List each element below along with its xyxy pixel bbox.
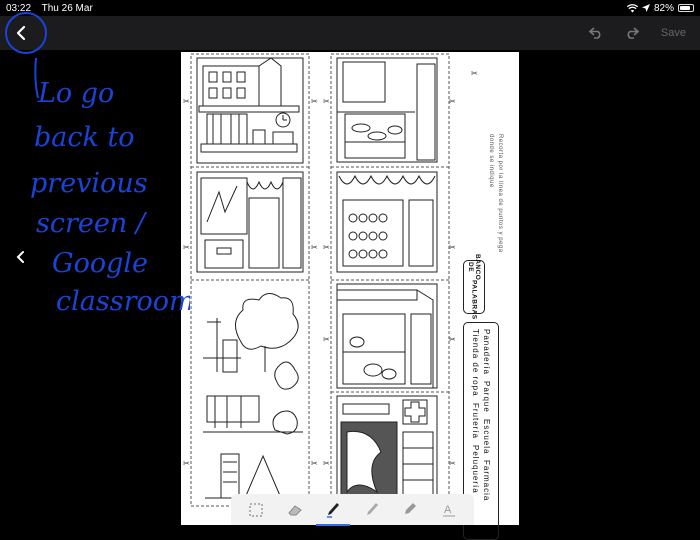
word-panaderia: Panadería	[482, 329, 491, 375]
status-date: Thu 26 Mar	[41, 2, 93, 14]
svg-text:✂: ✂	[449, 459, 456, 468]
undo-icon[interactable]	[588, 27, 603, 39]
svg-text:✂: ✂	[323, 243, 330, 252]
svg-text:✂: ✂	[449, 335, 456, 344]
chevron-left-icon	[16, 25, 26, 41]
svg-text:✂: ✂	[323, 97, 330, 106]
pencil-icon	[366, 502, 378, 515]
eraser-tool[interactable]	[284, 498, 306, 522]
save-button[interactable]: Save	[661, 27, 686, 39]
svg-text:✂: ✂	[183, 243, 190, 252]
svg-text:✂: ✂	[311, 243, 318, 252]
text-icon: A	[442, 504, 455, 516]
battery-percent: 82%	[653, 2, 674, 14]
pencil-tool[interactable]	[361, 498, 383, 522]
word-bank-title-line-2: PALABRAS	[470, 280, 478, 320]
svg-text:✂: ✂	[311, 459, 318, 468]
word-peluqueria: Peluquería	[471, 444, 480, 494]
svg-text:✂: ✂	[449, 97, 456, 106]
instruction-line-1: Recorta por la línea de puntos	[497, 134, 503, 230]
marker-tool[interactable]	[399, 498, 421, 522]
word-bank-column-1: Panadería Parque Escuela Farmacia	[482, 329, 491, 533]
status-left: 03:22 Thu 26 Mar	[6, 3, 101, 14]
chevron-left-icon	[16, 251, 24, 263]
drawing-toolbar: A	[231, 494, 474, 526]
dashed-selection-icon	[249, 502, 263, 517]
word-parque: Parque	[482, 380, 491, 413]
eraser-icon	[288, 504, 302, 515]
word-escuela: Escuela	[482, 418, 491, 455]
document-viewer[interactable]: ✂ ✂ ✂ ✂ ✂ ✂ ✂ ✂ ✂ ✂ ✂ ✂ ✂ ✂ ✂ Recorta por la lí…	[0, 50, 700, 540]
word-fruteria: Frutería	[471, 402, 480, 439]
word-tienda-de-ropa: Tienda de ropa	[471, 329, 480, 397]
wifi-icon	[626, 3, 638, 12]
previous-page-button[interactable]	[16, 248, 25, 269]
svg-text:✂: ✂	[471, 69, 478, 78]
toolbar-actions: Save	[588, 16, 686, 50]
svg-text:✂: ✂	[183, 97, 190, 106]
battery-icon	[678, 4, 694, 12]
pen-tool[interactable]	[316, 498, 351, 526]
svg-text:✂: ✂	[311, 97, 318, 106]
location-arrow-icon	[641, 4, 650, 12]
back-button[interactable]	[8, 20, 34, 46]
selection-tool[interactable]	[245, 498, 267, 522]
word-bank-title: BANCO DE PALABRAS	[463, 254, 485, 320]
svg-text:✂: ✂	[183, 459, 190, 468]
status-right: 82%	[626, 2, 694, 14]
word-bank-title-line-1: BANCO DE	[467, 254, 481, 281]
word-farmacia: Farmacia	[482, 460, 491, 502]
status-time: 03:22	[6, 2, 32, 14]
redo-icon[interactable]	[625, 27, 639, 39]
svg-text:A: A	[444, 504, 452, 516]
pen-icon	[327, 502, 340, 518]
worksheet-instruction: Recorta por la línea de puntos y pega do…	[486, 134, 504, 254]
top-toolbar: Save	[0, 16, 700, 50]
svg-text:✂: ✂	[449, 243, 456, 252]
svg-text:✂: ✂	[323, 335, 330, 344]
marker-icon	[405, 502, 417, 514]
svg-text:✂: ✂	[323, 459, 330, 468]
battery-fill	[680, 6, 690, 10]
status-bar: 03:22 Thu 26 Mar 82%	[0, 0, 700, 16]
text-tool[interactable]: A	[438, 498, 460, 522]
